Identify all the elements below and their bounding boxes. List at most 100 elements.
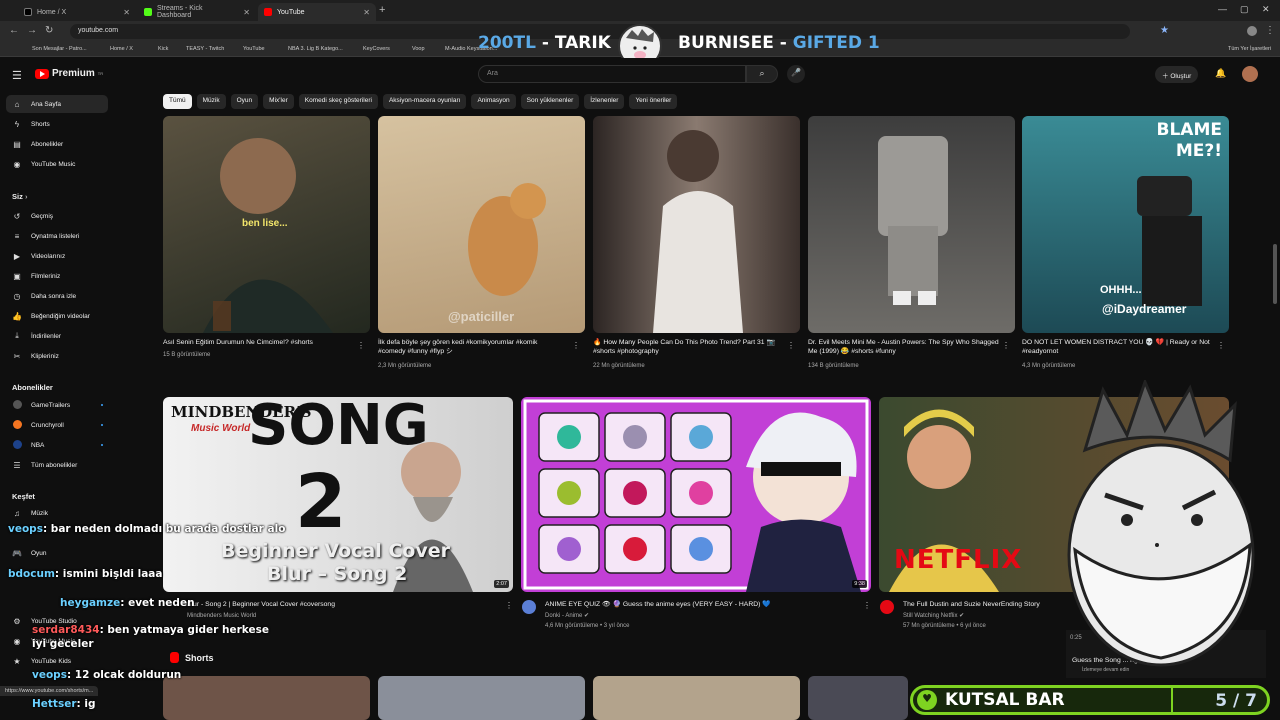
bookmark-item[interactable]: Kick: [158, 46, 168, 52]
tab-kick[interactable]: Streams - Kick Dashboard ✕: [138, 3, 256, 21]
sidebar-item-home[interactable]: ⌂ Ana Sayfa: [6, 95, 108, 113]
tab-youtube[interactable]: YouTube ✕: [258, 3, 376, 21]
channel-name[interactable]: Still Watching Netflix ✔: [903, 612, 964, 621]
back-icon[interactable]: ←: [9, 25, 19, 36]
minimize-button[interactable]: —: [1218, 4, 1227, 14]
bookmark-item[interactable]: KeyCovers: [363, 46, 390, 52]
video-thumbnail[interactable]: [808, 116, 1015, 333]
bookmark-star-icon[interactable]: ★: [1160, 25, 1169, 36]
bookmark-item[interactable]: NBA 3. Lig B Katego...: [288, 46, 343, 52]
bookmark-item[interactable]: TEASY - Twitch: [186, 46, 224, 52]
video-thumbnail[interactable]: [593, 116, 800, 333]
bookmark-item[interactable]: Tüm Yer İşaretleri: [1228, 46, 1271, 52]
more-options-icon[interactable]: ⋮: [505, 601, 513, 610]
bookmark-item[interactable]: Voop: [412, 46, 425, 52]
youtube-logo[interactable]: Premium TR: [35, 68, 103, 79]
more-options-icon[interactable]: ⋮: [357, 341, 365, 350]
video-duration: 9:38: [852, 580, 867, 588]
goal-label: KUTSAL BAR: [945, 690, 1065, 710]
sidebar-item-nba[interactable]: NBA: [6, 436, 108, 454]
video-title[interactable]: 🔥 How Many People Can Do This Photo Tren…: [593, 338, 778, 356]
bell-icon[interactable]: 🔔: [1215, 68, 1226, 79]
video-thumbnail[interactable]: BLAME ME?! OHHH... @iDaydreamer: [1022, 116, 1229, 333]
sidebar-item-clips[interactable]: ✂ Klipleriniz: [6, 347, 108, 365]
sidebar-item-movies[interactable]: ▣ Filmleriniz: [6, 267, 108, 285]
tab-label: Streams - Kick Dashboard: [157, 5, 203, 19]
sidebar-item-downloads[interactable]: ⤓ İndirilenler: [6, 327, 108, 345]
sidebar-item-all-subscriptions[interactable]: ☰ Tüm abonelikler: [6, 456, 108, 474]
sidebar-item-subscriptions[interactable]: ▤ Abonelikler: [6, 135, 108, 153]
chip[interactable]: Mix'ler: [263, 94, 294, 109]
channel-avatar[interactable]: [880, 600, 894, 614]
maximize-button[interactable]: ▢: [1240, 4, 1249, 15]
tab-x[interactable]: Home / X ✕: [18, 3, 136, 21]
video-title[interactable]: DO NOT LET WOMEN DISTRACT YOU 💀 💔 | Read…: [1022, 338, 1214, 356]
kutsal-bar-goal: ♥ KUTSAL BAR 5 / 7: [910, 685, 1270, 715]
profile-icon[interactable]: [1247, 26, 1257, 36]
bookmark-item[interactable]: YouTube: [243, 46, 265, 52]
more-options-icon[interactable]: ⋮: [863, 601, 871, 610]
chip[interactable]: Yeni öneriler: [629, 94, 678, 109]
close-icon[interactable]: ✕: [363, 8, 370, 17]
more-options-icon[interactable]: ⋮: [1002, 341, 1010, 350]
video-title[interactable]: ANIME EYE QUIZ 👁 🔮 Guess the anime eyes …: [545, 600, 855, 609]
search-input[interactable]: Ara: [478, 65, 746, 83]
sidebar-item-gametrailers[interactable]: GameTrailers: [6, 396, 108, 414]
sidebar-item-label: Daha sonra izle: [31, 292, 77, 300]
more-options-icon[interactable]: ⋮: [572, 341, 580, 350]
sidebar-item-history[interactable]: ↺ Geçmiş: [6, 207, 108, 225]
menu-icon[interactable]: ⋮: [1265, 25, 1275, 36]
voice-search-button[interactable]: 🎤: [787, 65, 805, 83]
search-button[interactable]: ⌕: [746, 65, 778, 83]
sidebar-item-youtube-music[interactable]: ◉ YouTube Music: [6, 155, 108, 173]
video-views: 15 B görüntüleme: [163, 352, 211, 358]
chip[interactable]: Oyun: [230, 94, 259, 109]
x-icon: [24, 8, 32, 16]
chip[interactable]: Komedi skeç gösterileri: [298, 94, 378, 109]
sidebar-item-playlists[interactable]: ≡ Oynatma listeleri: [6, 227, 108, 245]
close-icon[interactable]: ✕: [243, 8, 250, 17]
video-thumbnail[interactable]: @paticiller: [378, 116, 585, 333]
video-thumbnail[interactable]: 9:38: [521, 397, 871, 592]
channel-avatar[interactable]: [522, 600, 536, 614]
sidebar-section-you[interactable]: Siz ›: [12, 192, 27, 201]
bookmark-item[interactable]: Son Mesajlar - Patro...: [32, 46, 87, 52]
new-tab-button[interactable]: +: [379, 4, 385, 16]
more-options-icon[interactable]: ⋮: [1217, 341, 1225, 350]
chip-all[interactable]: Tümü: [163, 94, 192, 109]
bookmark-item[interactable]: Home / X: [110, 46, 133, 52]
youtube-icon: [264, 8, 272, 16]
sidebar-item-liked[interactable]: 👍 Beğendiğim videolar: [6, 307, 108, 325]
chat-message: serdar8434: ben yatmaya gider herkese iy…: [32, 624, 282, 651]
short-thumbnail[interactable]: [808, 676, 908, 720]
filter-chips: Tümü Müzik Oyun Mix'ler Komedi skeç göst…: [163, 94, 678, 109]
short-thumbnail[interactable]: [593, 676, 800, 720]
short-thumbnail[interactable]: [378, 676, 585, 720]
channel-avatar: [12, 419, 22, 431]
video-thumbnail[interactable]: ben lise...: [163, 116, 370, 333]
video-title[interactable]: Dr. Evil Meets Mini Me - Austin Powers: …: [808, 338, 1000, 356]
chip[interactable]: Aksiyon-macera oyunları: [382, 94, 467, 109]
close-icon[interactable]: ✕: [123, 8, 130, 17]
video-title[interactable]: İlk defa böyle şey gören kedi #komikyoru…: [378, 338, 563, 356]
video-title[interactable]: The Full Dustin and Suzie NeverEnding St…: [903, 600, 1063, 609]
sidebar-item-crunchyroll[interactable]: Crunchyroll: [6, 416, 108, 434]
close-window-button[interactable]: ✕: [1262, 4, 1270, 15]
channel-name[interactable]: Donki - Anime ✔: [545, 612, 589, 621]
create-button[interactable]: ＋ Oluştur: [1155, 66, 1199, 83]
sidebar-item-watch-later[interactable]: ◷ Daha sonra izle: [6, 287, 108, 305]
chip[interactable]: Animasyon: [471, 94, 516, 109]
scrollbar[interactable]: [1273, 244, 1277, 304]
sidebar-item-your-videos[interactable]: ▶ Videolarınız: [6, 247, 108, 265]
forward-icon[interactable]: →: [27, 25, 37, 36]
reload-icon[interactable]: ↻: [45, 25, 53, 36]
chip[interactable]: İzlenenler: [584, 94, 625, 109]
hamburger-menu-icon[interactable]: ☰: [12, 69, 22, 82]
sidebar-item-shorts[interactable]: ϟ Shorts: [6, 115, 108, 133]
avatar[interactable]: [1242, 66, 1258, 82]
more-options-icon[interactable]: ⋮: [787, 341, 795, 350]
youtube-header: ☰ Premium TR Ara ⌕ 🎤 ＋ Oluştur 🔔: [0, 58, 1280, 90]
video-title[interactable]: Asıl Senin Eğitim Durumun Ne Cimcime!? #…: [163, 338, 348, 347]
chip[interactable]: Son yüklenenler: [520, 94, 580, 109]
chip[interactable]: Müzik: [196, 94, 226, 109]
